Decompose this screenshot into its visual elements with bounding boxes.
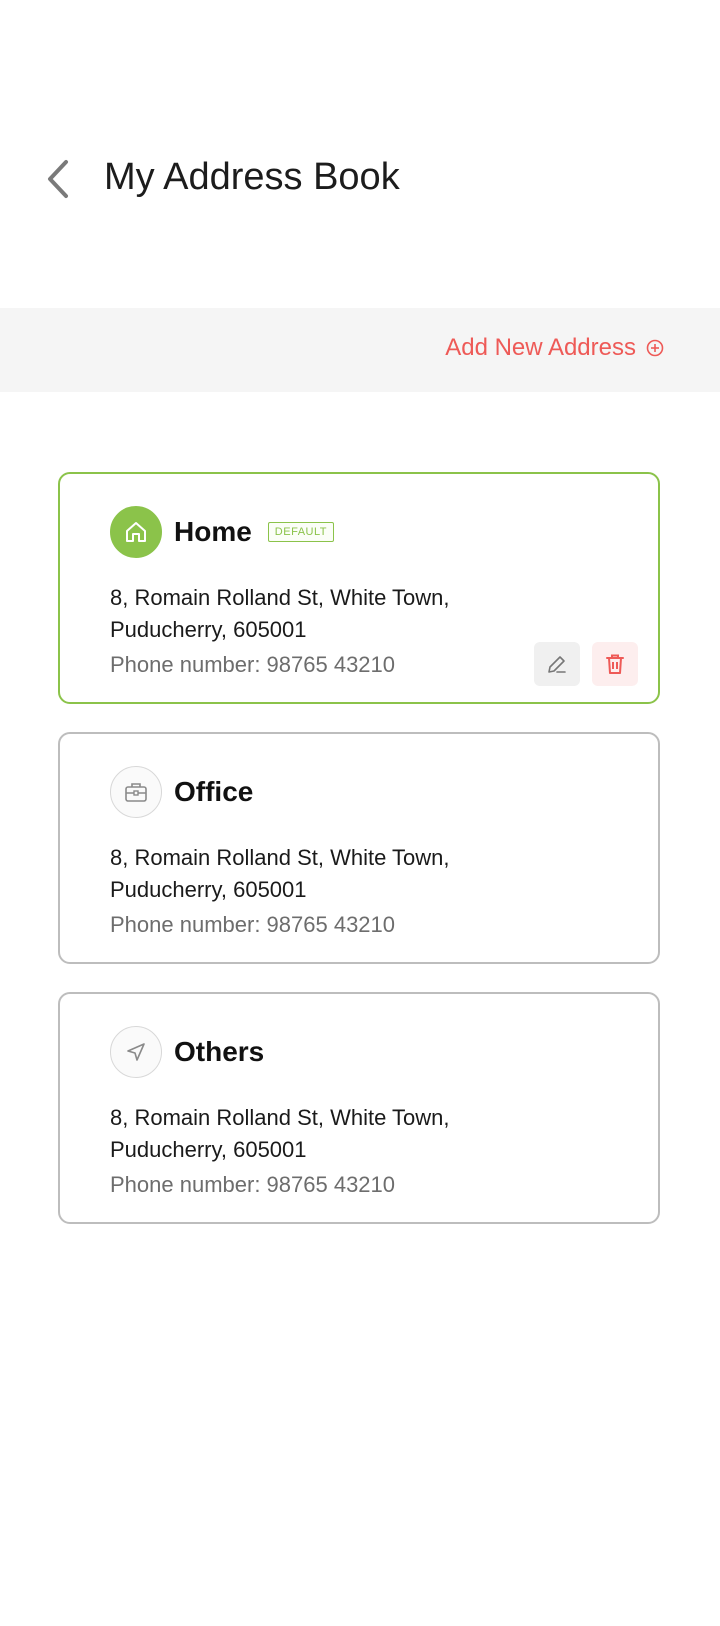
edit-button[interactable] xyxy=(534,642,580,686)
address-type-label: Office xyxy=(174,776,254,807)
chevron-left-icon xyxy=(48,160,68,198)
home-icon xyxy=(110,506,162,558)
address-type-label: Others xyxy=(174,1036,265,1067)
address-text: 8, Romain Rolland St, White Town, Puduch… xyxy=(110,582,530,646)
address-line-2: Puducherry, 605001 xyxy=(110,1137,307,1162)
address-line-1: 8, Romain Rolland St, White Town, xyxy=(110,1105,450,1130)
pencil-icon xyxy=(548,656,566,673)
address-card-others[interactable]: Others 8, Romain Rolland St, White Town,… xyxy=(58,992,660,1224)
phone-number: Phone number: 98765 43210 xyxy=(110,1172,396,1197)
address-line-2: Puducherry, 605001 xyxy=(110,877,307,902)
add-new-address-button[interactable]: Add New Address xyxy=(445,334,664,362)
header: My Address Book xyxy=(0,140,720,220)
address-text: 8, Romain Rolland St, White Town, Puduch… xyxy=(110,1102,530,1166)
page-title: My Address Book xyxy=(104,156,400,198)
add-address-bar: Add New Address xyxy=(0,308,720,392)
add-new-address-label: Add New Address xyxy=(445,334,636,361)
address-type-label: Home xyxy=(174,516,252,547)
phone-number: Phone number: 98765 43210 xyxy=(110,912,396,937)
address-card-home[interactable]: Home DEFAULT 8, Romain Rolland St, White… xyxy=(58,472,660,704)
back-button[interactable] xyxy=(40,154,80,204)
card-header: Home DEFAULT xyxy=(110,506,334,558)
phone-number: Phone number: 98765 43210 xyxy=(110,652,396,677)
briefcase-icon xyxy=(110,766,162,818)
card-header: Others xyxy=(110,1026,264,1078)
trash-icon xyxy=(606,654,624,674)
address-card-office[interactable]: Office 8, Romain Rolland St, White Town,… xyxy=(58,732,660,964)
address-line-2: Puducherry, 605001 xyxy=(110,617,307,642)
address-text: 8, Romain Rolland St, White Town, Puduch… xyxy=(110,842,530,906)
address-line-1: 8, Romain Rolland St, White Town, xyxy=(110,585,450,610)
default-badge: DEFAULT xyxy=(267,522,334,542)
navigation-arrow-icon xyxy=(110,1026,162,1078)
card-header: Office xyxy=(110,766,253,818)
delete-button[interactable] xyxy=(592,642,638,686)
address-line-1: 8, Romain Rolland St, White Town, xyxy=(110,845,450,870)
plus-circle-icon xyxy=(646,339,664,357)
card-actions xyxy=(534,642,638,686)
